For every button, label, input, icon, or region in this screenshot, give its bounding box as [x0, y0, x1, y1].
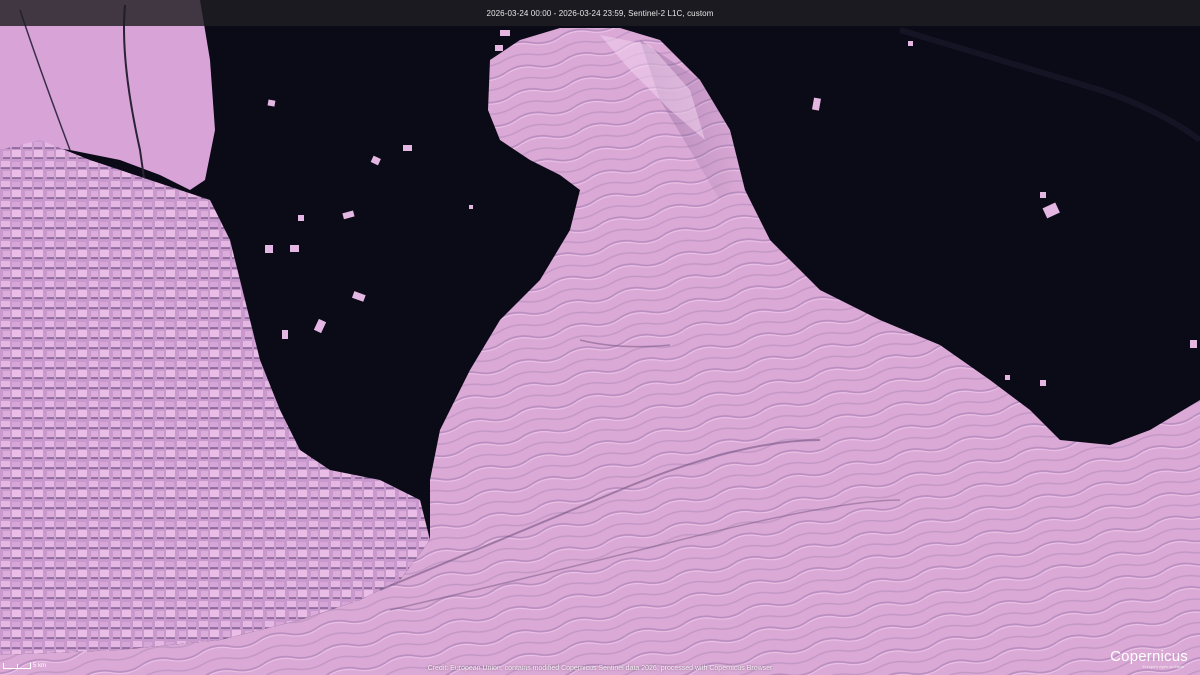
- acquisition-text: 2026-03-24 00:00 - 2026-03-24 23:59, Sen…: [486, 8, 714, 18]
- satellite-map[interactable]: [0, 0, 1200, 675]
- acquisition-info-bar: 2026-03-24 00:00 - 2026-03-24 23:59, Sen…: [0, 0, 1200, 26]
- copernicus-logo: Copernicus Europe's eyes on Earth: [1110, 649, 1188, 669]
- logo-name: Copernicus: [1110, 648, 1188, 665]
- logo-tagline: Europe's eyes on Earth: [1142, 664, 1184, 669]
- credit-text: Credit: European Union, contains modifie…: [427, 665, 773, 672]
